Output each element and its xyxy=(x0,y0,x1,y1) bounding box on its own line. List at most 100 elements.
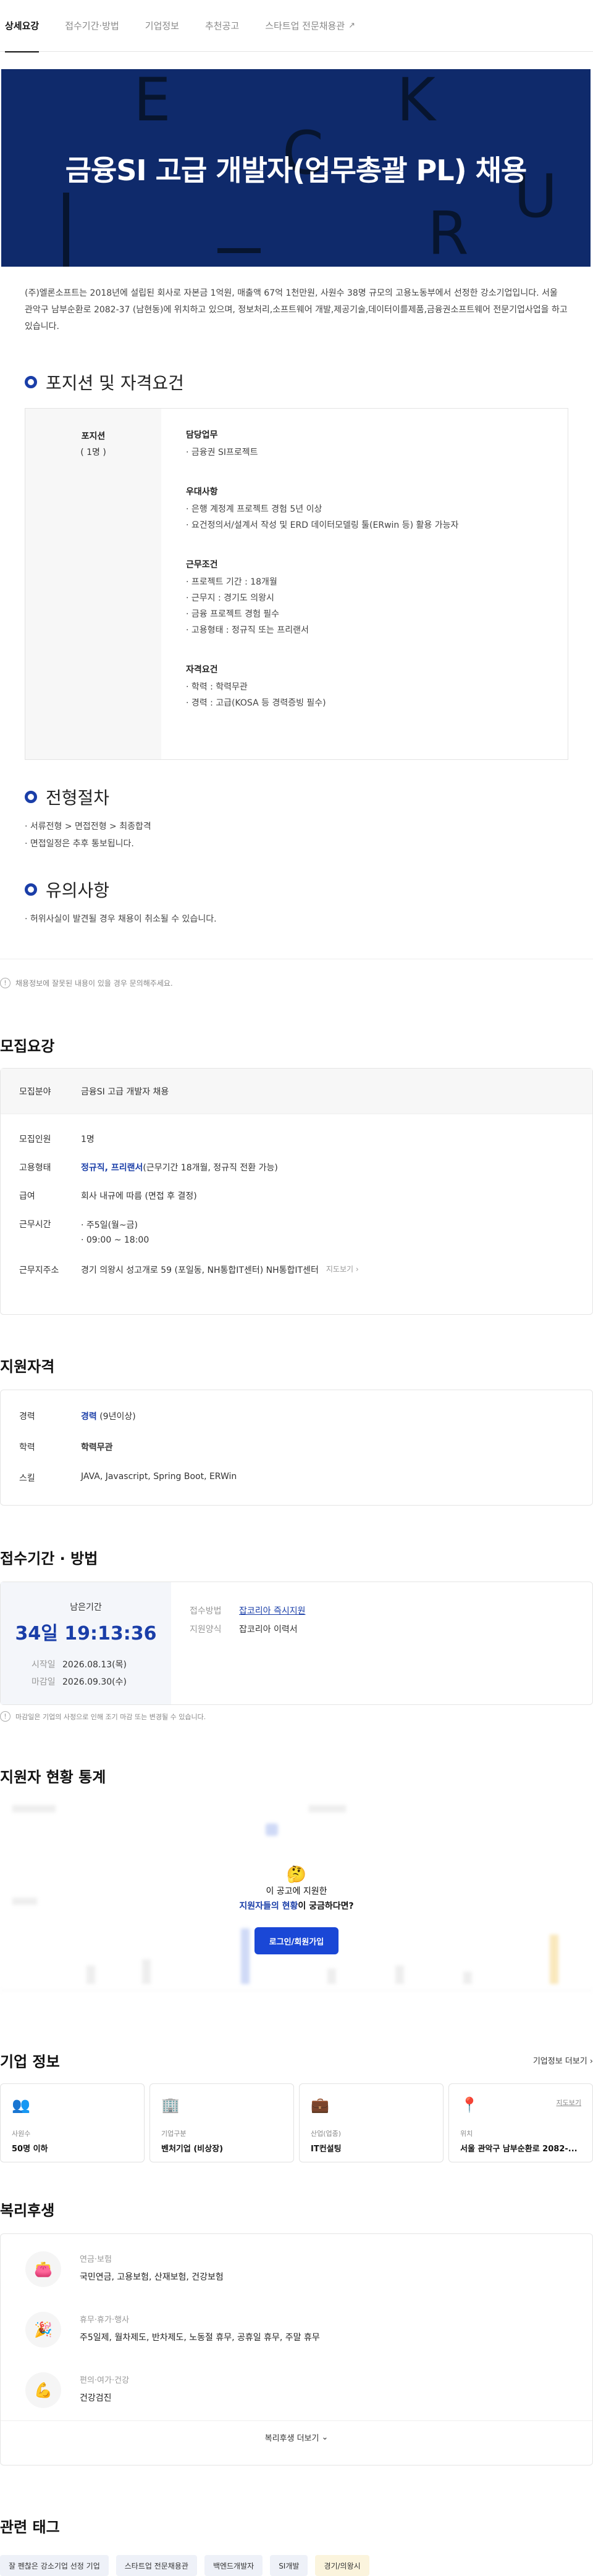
row-key: 학력 xyxy=(19,1443,35,1453)
circle-bullet-icon xyxy=(25,376,37,388)
row-value: JAVA, Javascript, Spring Boot, ERWin xyxy=(81,1472,237,1482)
end-date: 2026.09.30(수) xyxy=(62,1677,127,1687)
requirements-card: 모집분야 금융SI 고급 개발자 채용 모집인원 1명 고용형태 정규직, 프리… xyxy=(0,1068,593,1315)
list-item: · 서류전형 > 면접전형 > 최종합격 xyxy=(25,822,151,832)
remaining-period: 남은기간 34일 19:13:36 시작일 2026.08.13(목) 마감일 20… xyxy=(1,1582,171,1704)
position-label: 포지션 xyxy=(81,431,106,441)
group-conditions: 근무조건 · 프로젝트 기간 : 18개월 · 근무지 : 경기도 의왕시 · … xyxy=(186,558,458,638)
welfare-category: 연금·보험 xyxy=(80,2255,112,2264)
quick-apply-link[interactable]: 잡코리아 즉시지원 xyxy=(239,1606,306,1616)
deadline-notice: ! 마감일은 기업의 사정으로 인해 조기 마감 또는 변경될 수 있습니다. xyxy=(0,1711,593,1722)
tab-label: 추천공고 xyxy=(204,20,240,31)
row-key: 스킬 xyxy=(19,1473,35,1483)
deadline-card: 남은기간 34일 19:13:36 시작일 2026.08.13(목) 마감일 20… xyxy=(0,1582,593,1705)
prompt-line-2: 이 궁금하다면? xyxy=(298,1901,354,1911)
qual-row-education: 학력 학력무관 xyxy=(1,1441,592,1453)
card-label: 위치 xyxy=(460,2130,473,2138)
list-item: · 금융 프로젝트 경험 필수 xyxy=(186,609,280,619)
hero-decoration: R xyxy=(427,199,469,267)
welfare-card: 👛 연금·보험 국민연금, 고용보험, 산재보험, 건강보험 🎉 휴무·휴가·행… xyxy=(0,2233,593,2466)
company-cards: 👥 사원수 50명 이하 🏢 기업구분 벤처기업 (비상장) 💼 산업(업종) … xyxy=(0,2083,593,2162)
qual-row-career: 경력 경력 (9년이상) xyxy=(1,1410,592,1422)
career-value: 경력 xyxy=(81,1412,97,1422)
row-value: · 주5일(월~금) xyxy=(81,1220,138,1230)
info-icon: ! xyxy=(0,1711,11,1722)
row-key: 급여 xyxy=(19,1191,35,1201)
tab-details[interactable]: 상세요강 xyxy=(5,0,40,52)
welfare-value: 국민연금, 고용보험, 산재보험, 건강보험 xyxy=(80,2272,224,2282)
hero-decoration: K xyxy=(397,69,435,135)
map-link[interactable]: 지도보기 › xyxy=(326,1264,359,1276)
section-position: 포지션 및 자격요건 xyxy=(25,370,593,394)
tag-item[interactable]: 잘 펜찮은 강소기업 선정 기업 xyxy=(0,2555,109,2576)
date-range: 시작일 2026.08.13(목) 마감일 2026.09.30(수) xyxy=(32,1656,171,1691)
tab-startup[interactable]: 스타트업 전문채용관 ↗ xyxy=(265,0,355,52)
deadline-title: 접수기간 · 방법 xyxy=(0,1550,98,1567)
tag-item[interactable]: 경기/의왕시 xyxy=(315,2555,369,2576)
row-value: 경기 의왕시 성고개로 59 (포일동, NH통합IT센터) NH통합IT센터 xyxy=(81,1265,319,1275)
group-duties: 담당업무 · 금융권 SI프로젝트 xyxy=(186,428,458,461)
group-requirements: 자격요건 · 학력 : 학력무관 · 경력 : 고급(KOSA 등 경력증빙 필… xyxy=(186,663,458,711)
job-title: 금융SI 고급 개발자(업무총괄 PL) 채용 xyxy=(65,154,528,187)
position-count: ( 1명 ) xyxy=(80,448,106,457)
card-value: 50명 이하 xyxy=(12,2145,48,2154)
hero-decoration xyxy=(217,248,261,253)
notice-text: 마감일은 기업의 사정으로 인해 조기 마감 또는 변경될 수 있습니다. xyxy=(15,1712,206,1721)
position-header: 포지션 ( 1명 ) xyxy=(25,409,161,759)
welfare-category: 편의·여가·건강 xyxy=(80,2376,130,2385)
tags-title: 관련 태그 xyxy=(0,2519,60,2536)
notice-text[interactable]: 채용정보에 잘못된 내용이 있을 경우 문의해주세요. xyxy=(15,978,173,988)
tab-label: 접수기간·방법 xyxy=(65,20,119,31)
welfare-category: 휴무·휴가·행사 xyxy=(80,2315,130,2325)
external-link-icon: ↗ xyxy=(348,21,356,30)
list-item: · 금융권 SI프로젝트 xyxy=(186,448,258,457)
group-title: 자격요건 xyxy=(186,665,218,675)
row-value: 금융SI 고급 개발자 채용 xyxy=(81,1086,169,1097)
hero-banner: E K C U R 금융SI 고급 개발자(업무총괄 PL) 채용 xyxy=(1,69,591,267)
start-date: 2026.08.13(목) xyxy=(62,1660,127,1670)
position-table: 포지션 ( 1명 ) 담당업무 · 금융권 SI프로젝트 우대사항 · 은행 계… xyxy=(25,408,568,760)
company-card-employees: 👥 사원수 50명 이하 xyxy=(0,2083,145,2162)
row-key: 근무지주소 xyxy=(19,1265,59,1275)
prompt-line-1: 이 공고에 지원한 xyxy=(266,1886,327,1896)
list-item: · 은행 계정계 프로젝트 경험 5년 이상 xyxy=(186,504,322,514)
apply-method: 접수방법 잡코리아 즉시지원 지원양식 잡코리아 이력서 xyxy=(171,1582,306,1704)
tab-period[interactable]: 접수기간·방법 xyxy=(65,0,119,52)
login-prompt: 🤔 이 공고에 지원한 지원자들의 현황이 궁금하다면? 로그인/회원가입 xyxy=(0,1865,593,1954)
req-row-employment: 고용형태 정규직, 프리랜서(근무기간 18개월, 정규직 전환 가능) xyxy=(1,1161,592,1173)
company-header: 기업 정보 기업정보 더보기 › xyxy=(0,2049,593,2071)
welfare-value: 주5일제, 월차제도, 반차제도, 노동절 휴무, 공휴일 휴무, 주말 휴무 xyxy=(80,2333,320,2343)
row-key: 고용형태 xyxy=(19,1163,51,1173)
tag-item[interactable]: 백엔드개발자 xyxy=(204,2555,263,2576)
tab-label: 상세요강 xyxy=(5,20,40,31)
briefcase-icon: 💼 xyxy=(311,2096,329,2114)
employment-type: 정규직, 프리랜서 xyxy=(81,1163,143,1173)
education-value: 학력무관 xyxy=(81,1443,113,1453)
req-row-address: 근무지주소 경기 의왕시 성고개로 59 (포일동, NH통합IT센터) NH통… xyxy=(1,1264,592,1276)
info-icon: ! xyxy=(0,978,11,988)
remain-label: 남은기간 xyxy=(70,1603,102,1612)
requirements-title: 모집요강 xyxy=(0,1038,55,1055)
applicant-stats: 🤔 이 공고에 지원한 지원자들의 현황이 궁금하다면? 로그인/회원가입 xyxy=(0,1805,593,1996)
row-key: 근무시간 xyxy=(19,1220,51,1230)
tag-item[interactable]: 스타트업 전문채용관 xyxy=(116,2555,197,2576)
card-label: 기업구분 xyxy=(161,2130,187,2138)
login-button[interactable]: 로그인/회원가입 xyxy=(254,1927,339,1954)
company-more-link[interactable]: 기업정보 더보기 › xyxy=(533,2054,593,2066)
section-title: 유의사항 xyxy=(46,880,110,901)
card-label: 사원수 xyxy=(12,2130,31,2138)
circle-bullet-icon xyxy=(25,883,37,896)
list-item: · 프로젝트 기간 : 18개월 xyxy=(186,577,277,587)
hero-decoration: E xyxy=(133,69,171,135)
list-item: · 허위사실이 발견될 경우 채용이 취소될 수 있습니다. xyxy=(25,914,217,924)
tag-item[interactable]: SI개발 xyxy=(270,2555,308,2576)
group-title: 근무조건 xyxy=(186,560,218,570)
job-posting-page: 상세요강 접수기간·방법 기업정보 추천공고 스타트업 전문채용관 ↗ E K C… xyxy=(0,0,593,2576)
card-value: IT컨설팅 xyxy=(311,2145,342,2154)
card-value: 서울 관악구 남부순환로 2082-... xyxy=(460,2145,578,2154)
hero-decoration xyxy=(63,193,69,267)
welfare-more-button[interactable]: 복리후생 더보기 ⌄ xyxy=(1,2420,592,2454)
map-link[interactable]: 지도보기 xyxy=(557,2098,581,2107)
tab-company[interactable]: 기업정보 xyxy=(145,0,179,52)
tab-recommended[interactable]: 추천공고 xyxy=(205,0,239,52)
